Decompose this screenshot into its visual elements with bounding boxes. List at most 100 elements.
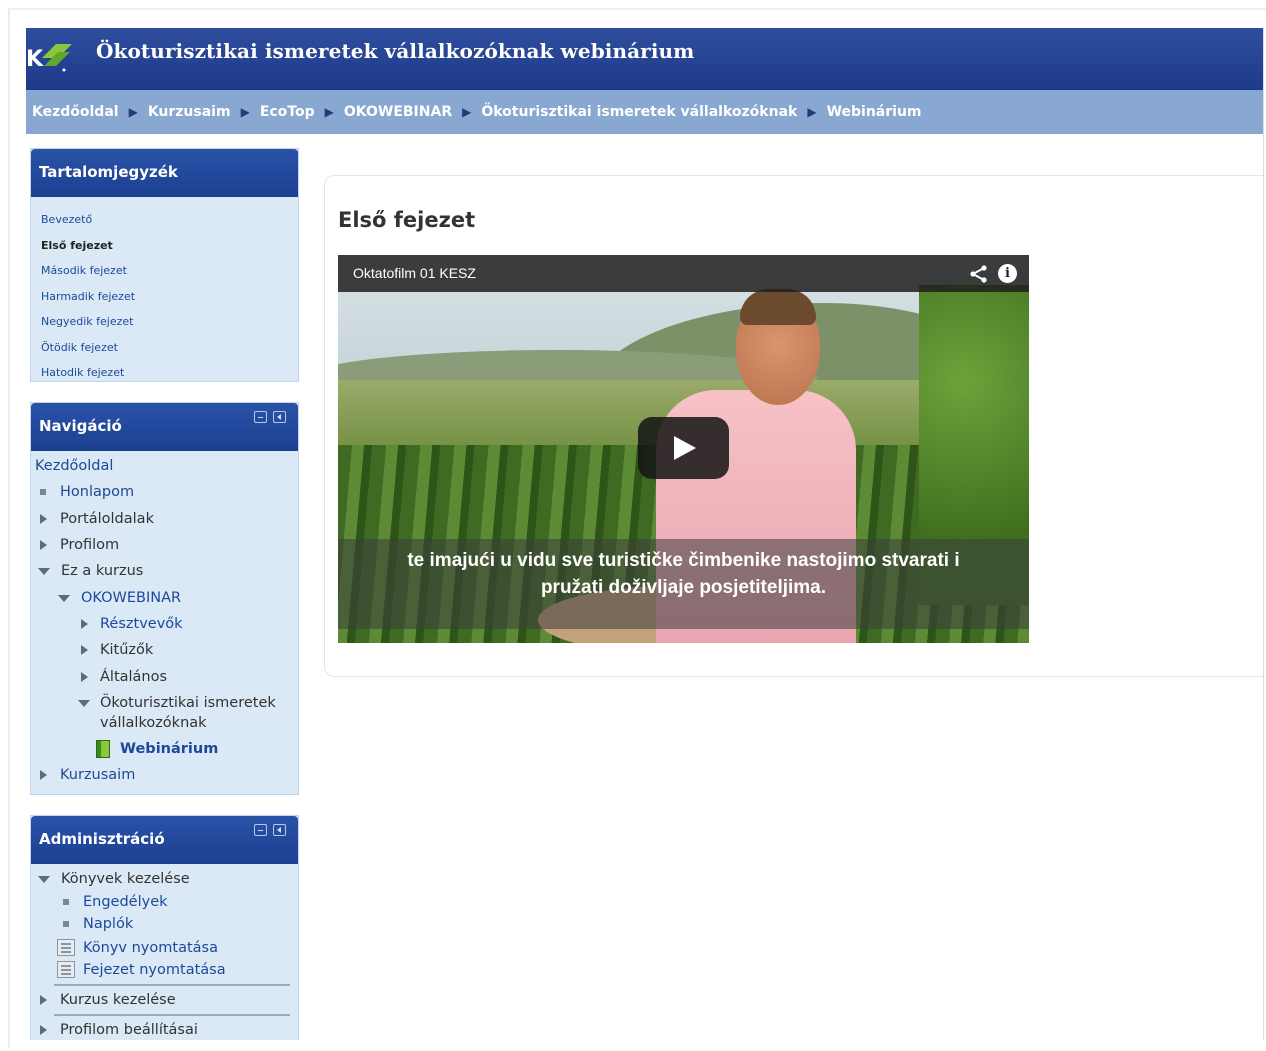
frame-shadow — [8, 8, 10, 1048]
breadcrumb-item-webinar[interactable]: Webinárium — [827, 104, 922, 120]
nav-item-my-courses[interactable]: Kurzusaim — [40, 767, 135, 783]
breadcrumb-separator-icon: ▶ — [324, 105, 334, 119]
expand-arrow-icon[interactable] — [40, 770, 47, 780]
collapse-arrow-icon[interactable] — [58, 594, 70, 602]
video-player[interactable]: Oktatofilm 01 KESZ i te imajući u vidu s… — [338, 255, 1029, 643]
toc-block: Tartalomjegyzék Bevezető Első fejezet Má… — [30, 148, 299, 382]
nav-item-profilom[interactable]: Profilom — [40, 537, 119, 553]
expand-arrow-icon[interactable] — [40, 514, 47, 524]
admin-item-print-chapter[interactable]: Fejezet nyomtatása — [57, 961, 226, 978]
subtitle-line: te imajući u vidu sve turističke čimbeni… — [407, 550, 960, 571]
frame-shadow — [10, 8, 1266, 10]
nav-item-label: OKOWEBINAR — [81, 590, 182, 606]
expand-arrow-icon[interactable] — [40, 540, 47, 550]
breadcrumb-item-ecotop[interactable]: EcoTop — [260, 104, 315, 120]
toc-item-intro[interactable]: Bevezető — [31, 207, 298, 233]
toc-item-chapter-6[interactable]: Hatodik fejezet — [31, 360, 298, 386]
toc-item-chapter-5[interactable]: Ötödik fejezet — [31, 335, 298, 361]
navigation-block-title: Navigáció — [39, 417, 122, 435]
expand-arrow-icon[interactable] — [81, 619, 88, 629]
print-book-icon — [57, 939, 75, 956]
admin-item-logs[interactable]: Naplók — [63, 916, 133, 932]
book-icon — [96, 740, 110, 758]
nav-item-label: Kurzusaim — [60, 767, 136, 783]
dock-block-icon[interactable] — [273, 411, 286, 423]
nav-home-link[interactable]: Kezdőoldal — [35, 458, 113, 474]
nav-item-label: Webinárium — [120, 741, 219, 757]
breadcrumb-item-home[interactable]: Kezdőoldal — [32, 104, 119, 120]
nav-item-label: Profilom — [60, 537, 120, 553]
nav-item-general[interactable]: Általános — [81, 669, 167, 685]
expand-arrow-icon[interactable] — [40, 995, 47, 1005]
svg-text:K: K — [26, 47, 44, 72]
video-presenter-image — [740, 289, 816, 325]
site-header: K Ökoturisztikai ismeretek vállalkozókna… — [26, 28, 1263, 90]
breadcrumb-item-okowebinar[interactable]: OKOWEBINAR — [344, 104, 452, 120]
nav-item-label: Ez a kurzus — [61, 563, 144, 579]
nav-item-this-course[interactable]: Ez a kurzus — [38, 563, 143, 579]
breadcrumb-item-course-section[interactable]: Ökoturisztikai ismeretek vállalkozóknak — [481, 104, 797, 120]
block-controls — [254, 411, 286, 423]
video-subtitles: te imajući u vidu sve turističke čimbeni… — [338, 547, 1029, 601]
divider — [54, 984, 290, 986]
nav-item-label: Ökoturisztikai ismeretek — [100, 695, 276, 711]
admin-item-label: Profilom beállításai — [60, 1022, 198, 1038]
nav-item-course-section[interactable]: Ökoturisztikai ismeretek — [78, 695, 276, 711]
nav-item-okowebinar[interactable]: OKOWEBINAR — [58, 590, 181, 606]
nav-item-label: Résztvevők — [100, 616, 183, 632]
admin-item-label: Fejezet nyomtatása — [83, 961, 226, 978]
nav-item-label: vállalkozóknak — [100, 715, 207, 731]
video-title[interactable]: Oktatofilm 01 KESZ — [353, 265, 476, 281]
nav-item-webinar[interactable]: Webinárium — [96, 740, 218, 758]
nav-item-label: Általános — [100, 669, 168, 685]
breadcrumb-item-my-courses[interactable]: Kurzusaim — [148, 104, 231, 120]
admin-item-profile-settings[interactable]: Profilom beállításai — [40, 1022, 198, 1038]
toc-item-chapter-1[interactable]: Első fejezet — [31, 233, 298, 259]
nav-home-label: Kezdőoldal — [35, 458, 114, 474]
share-icon[interactable] — [969, 264, 989, 284]
admin-item-permissions[interactable]: Engedélyek — [63, 894, 168, 910]
admin-item-label: Naplók — [83, 916, 134, 932]
subtitle-line: pružati doživljaje posjetiteljima. — [540, 577, 827, 598]
nav-item-honlapom[interactable]: Honlapom — [40, 484, 134, 500]
collapse-block-icon[interactable] — [254, 411, 267, 423]
chapter-title: Első fejezet — [338, 208, 476, 232]
collapse-arrow-icon[interactable] — [38, 875, 50, 883]
page-frame: K Ökoturisztikai ismeretek vállalkozókna… — [26, 28, 1264, 1040]
site-title: Ökoturisztikai ismeretek vállalkozóknak … — [96, 39, 695, 63]
breadcrumb-separator-icon: ▶ — [240, 105, 250, 119]
toc-item-chapter-4[interactable]: Negyedik fejezet — [31, 309, 298, 335]
nav-item-portaloldalak[interactable]: Portáloldalak — [40, 511, 154, 527]
collapse-arrow-icon[interactable] — [38, 567, 50, 575]
expand-arrow-icon[interactable] — [81, 645, 88, 655]
breadcrumb-separator-icon: ▶ — [807, 105, 817, 119]
admin-item-manage-books[interactable]: Könyvek kezelése — [38, 871, 190, 887]
dock-block-icon[interactable] — [273, 824, 286, 836]
nav-item-label: Kitűzők — [100, 642, 154, 658]
nav-item-course-section-line2[interactable]: vállalkozóknak — [100, 715, 207, 731]
bullet-icon — [40, 489, 46, 495]
block-controls — [254, 824, 286, 836]
expand-arrow-icon[interactable] — [40, 1025, 47, 1035]
toc-item-chapter-2[interactable]: Második fejezet — [31, 258, 298, 284]
breadcrumb-separator-icon: ▶ — [128, 105, 138, 119]
collapse-block-icon[interactable] — [254, 824, 267, 836]
admin-item-print-book[interactable]: Könyv nyomtatása — [57, 939, 218, 956]
divider — [54, 1014, 290, 1016]
nav-item-label: Honlapom — [60, 484, 135, 500]
expand-arrow-icon[interactable] — [81, 672, 88, 682]
navigation-block-header: Navigáció — [31, 403, 298, 451]
info-icon[interactable]: i — [998, 264, 1017, 283]
admin-item-label: Engedélyek — [83, 894, 168, 910]
bullet-icon — [63, 921, 69, 927]
nav-item-badges[interactable]: Kitűzők — [81, 642, 153, 658]
toc-block-title: Tartalomjegyzék — [31, 149, 298, 197]
toc-list: Bevezető Első fejezet Második fejezet Ha… — [31, 197, 298, 386]
nav-item-participants[interactable]: Résztvevők — [81, 616, 183, 632]
admin-item-label: Könyv nyomtatása — [83, 939, 218, 956]
play-button[interactable] — [638, 417, 729, 479]
admin-item-course-admin[interactable]: Kurzus kezelése — [40, 992, 176, 1008]
collapse-arrow-icon[interactable] — [78, 699, 90, 707]
toc-item-chapter-3[interactable]: Harmadik fejezet — [31, 284, 298, 310]
site-logo-icon[interactable]: K — [26, 34, 78, 78]
